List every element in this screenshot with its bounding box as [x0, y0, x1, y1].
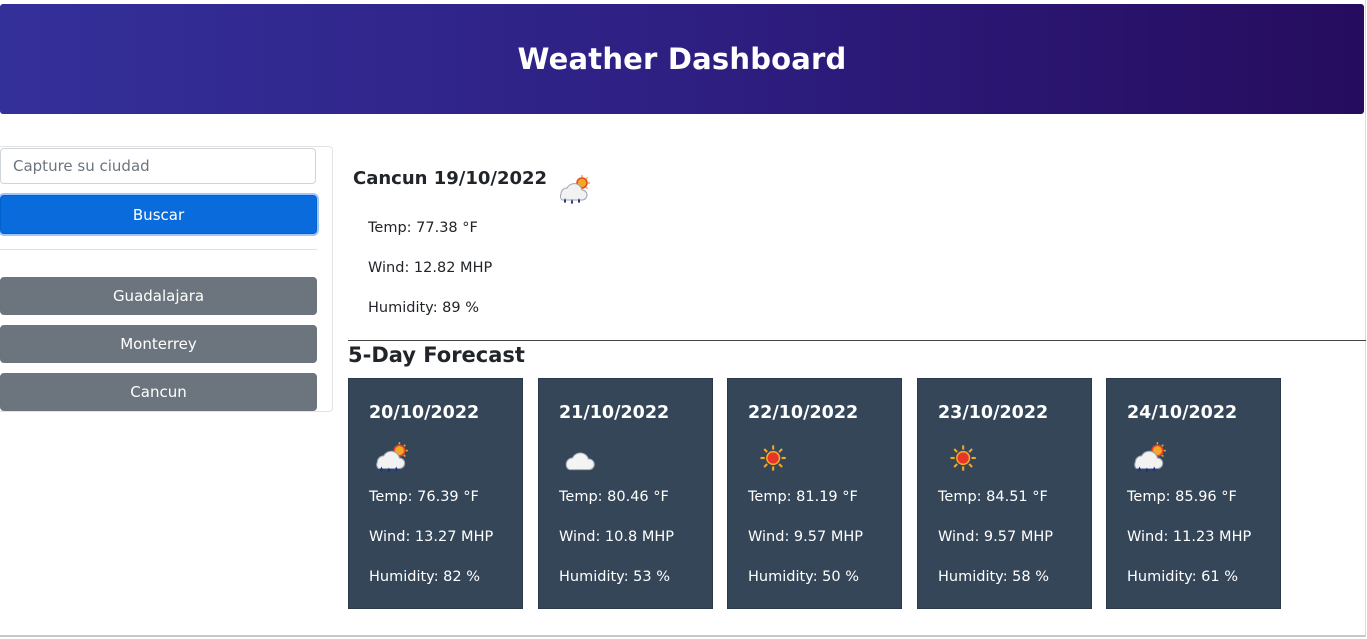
current-wind: Wind: 12.82 MHP [368, 260, 493, 276]
page-title: Weather Dashboard [517, 42, 847, 76]
forecast-temp: Temp: 85.96 °F [1127, 489, 1237, 505]
forecast-card: 24/10/2022 Temp: 85.96 °F Wind: 11.23 MH… [1106, 378, 1281, 609]
forecast-humidity: Humidity: 61 % [1127, 569, 1239, 585]
search-button[interactable]: Buscar [0, 195, 317, 234]
forecast-temp: Temp: 80.46 °F [559, 489, 669, 505]
forecast-wind: Wind: 9.57 MHP [938, 529, 1053, 545]
rain-sun-icon [555, 174, 593, 211]
forecast-date: 20/10/2022 [369, 403, 480, 423]
forecast-humidity: Humidity: 53 % [559, 569, 671, 585]
search-sidebar: Buscar Guadalajara Monterrey Cancun [0, 146, 333, 412]
cloud-icon [561, 441, 601, 479]
current-temp: Temp: 77.38 °F [368, 220, 478, 236]
forecast-wind: Wind: 13.27 MHP [369, 529, 494, 545]
forecast-card: 22/10/2022 Temp: 81.19 °F Wind: 9.57 MHP… [727, 378, 902, 609]
forecast-card: 23/10/2022 Temp: 84.51 °F Wind: 9.57 MHP… [917, 378, 1092, 609]
rain-sun-icon [1129, 441, 1169, 479]
rain-sun-icon [371, 441, 411, 479]
current-weather-heading: Cancun 19/10/2022 [353, 168, 593, 211]
sun-icon [940, 441, 980, 479]
forecast-wind: Wind: 10.8 MHP [559, 529, 674, 545]
forecast-temp: Temp: 84.51 °F [938, 489, 1048, 505]
forecast-temp: Temp: 81.19 °F [748, 489, 858, 505]
forecast-humidity: Humidity: 58 % [938, 569, 1050, 585]
sidebar-divider [0, 249, 317, 250]
forecast-date: 21/10/2022 [559, 403, 670, 423]
history-button-guadalajara[interactable]: Guadalajara [0, 277, 317, 315]
forecast-humidity: Humidity: 82 % [369, 569, 481, 585]
sun-icon [750, 441, 790, 479]
history-button-cancun[interactable]: Cancun [0, 373, 317, 411]
forecast-wind: Wind: 9.57 MHP [748, 529, 863, 545]
forecast-date: 23/10/2022 [938, 403, 1049, 423]
history-button-monterrey[interactable]: Monterrey [0, 325, 317, 363]
forecast-temp: Temp: 76.39 °F [369, 489, 479, 505]
forecast-heading: 5-Day Forecast [348, 343, 525, 367]
forecast-wind: Wind: 11.23 MHP [1127, 529, 1252, 545]
forecast-date: 24/10/2022 [1127, 403, 1238, 423]
forecast-card: 21/10/2022 Temp: 80.46 °F Wind: 10.8 MHP… [538, 378, 713, 609]
forecast-card: 20/10/2022 Temp: 76.39 °F Wind: 13.27 MH… [348, 378, 523, 609]
forecast-date: 22/10/2022 [748, 403, 859, 423]
app-header: Weather Dashboard [0, 4, 1364, 114]
forecast-humidity: Humidity: 50 % [748, 569, 860, 585]
current-city-date: Cancun 19/10/2022 [353, 168, 548, 189]
city-search-input[interactable] [0, 148, 316, 184]
current-humidity: Humidity: 89 % [368, 300, 480, 316]
section-divider [348, 340, 1366, 341]
